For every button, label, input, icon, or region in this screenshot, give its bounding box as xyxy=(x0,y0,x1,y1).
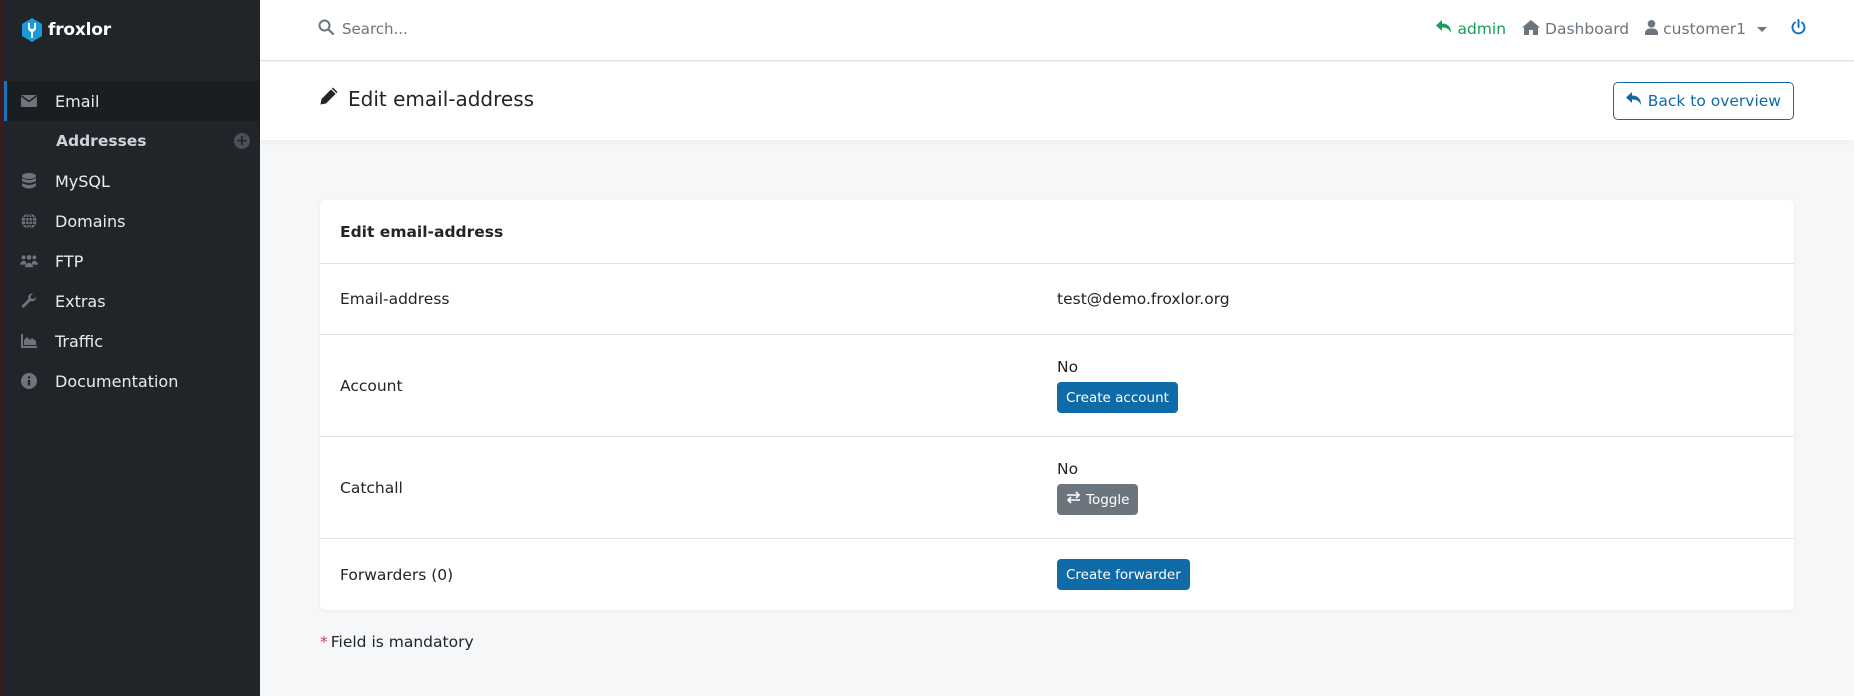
user-menu-dropdown[interactable]: customer1 xyxy=(1645,19,1767,39)
area-chart-icon xyxy=(20,333,38,349)
sidebar-subitem-label: Addresses xyxy=(56,132,147,150)
users-icon xyxy=(20,253,38,269)
page-title-wrap: Edit email-address xyxy=(319,86,534,111)
page-title: Edit email-address xyxy=(348,86,535,111)
sidebar-item-label: Documentation xyxy=(55,371,179,391)
row-value: No Toggle xyxy=(1057,437,1139,538)
sidebar-item-extras[interactable]: Extras xyxy=(4,281,260,321)
account-row: Account No Create account xyxy=(320,335,1794,437)
search-input[interactable] xyxy=(342,20,642,38)
power-icon xyxy=(1791,19,1806,39)
wrench-icon xyxy=(20,293,38,309)
sidebar-item-email[interactable]: Email xyxy=(4,81,260,121)
row-value: No Create account xyxy=(1057,335,1178,436)
database-icon xyxy=(20,173,38,189)
top-nav: admin Dashboard customer1 xyxy=(1436,19,1806,39)
sidebar-item-ftp[interactable]: FTP xyxy=(4,241,260,281)
forwarders-row: Forwarders (0) Create forwarder xyxy=(320,539,1794,610)
required-star: * xyxy=(320,633,328,651)
user-label: customer1 xyxy=(1663,20,1746,38)
row-label: Forwarders (0) xyxy=(340,565,454,584)
plus-circle-icon[interactable]: + xyxy=(234,133,250,149)
sidebar-item-domains[interactable]: Domains xyxy=(4,201,260,241)
email-address-value: test@demo.froxlor.org xyxy=(1057,290,1230,308)
globe-icon xyxy=(20,213,38,229)
sidebar-item-label: Email xyxy=(55,91,100,111)
sidebar-item-label: Domains xyxy=(55,211,126,231)
mandatory-note: * Field is mandatory xyxy=(320,633,474,651)
sidebar-item-mysql[interactable]: MySQL xyxy=(4,161,260,201)
froxlor-logo-icon xyxy=(22,18,42,42)
top-header: admin Dashboard customer1 xyxy=(260,0,1854,61)
catchall-status: No xyxy=(1057,460,1079,478)
info-circle-icon xyxy=(20,373,38,389)
user-icon xyxy=(1645,19,1659,39)
account-status: No xyxy=(1057,358,1079,376)
mandatory-text: Field is mandatory xyxy=(330,633,474,651)
row-label: Account xyxy=(340,376,403,395)
toggle-label: Toggle xyxy=(1086,491,1130,508)
create-account-button[interactable]: Create account xyxy=(1057,382,1178,413)
search-icon xyxy=(318,19,335,39)
sidebar-item-label: Extras xyxy=(55,291,106,311)
card-title: Edit email-address xyxy=(320,200,1794,264)
sidebar: froxlor Email Addresses + MySQL Domains xyxy=(0,0,260,696)
logout-button[interactable] xyxy=(1791,19,1806,39)
catchall-row: Catchall No Toggle xyxy=(320,437,1794,539)
search-box xyxy=(318,19,642,39)
reply-icon xyxy=(1625,92,1642,110)
sidebar-item-label: Traffic xyxy=(55,331,104,351)
sidebar-subitem-addresses[interactable]: Addresses + xyxy=(4,121,260,161)
brand-logo[interactable]: froxlor xyxy=(20,16,111,44)
create-forwarder-button[interactable]: Create forwarder xyxy=(1057,559,1190,590)
home-icon xyxy=(1522,19,1541,39)
exchange-icon xyxy=(1066,491,1081,508)
sidebar-nav: Email Addresses + MySQL Domains FTP Extr… xyxy=(4,81,260,401)
reply-icon xyxy=(1436,20,1452,38)
pencil-icon xyxy=(319,86,339,111)
chevron-down-icon xyxy=(1757,26,1767,32)
email-address-row: Email-address test@demo.froxlor.org xyxy=(320,264,1794,335)
envelope-icon xyxy=(20,93,38,109)
row-value: test@demo.froxlor.org xyxy=(1057,264,1230,334)
back-label: Back to overview xyxy=(1647,92,1781,110)
sidebar-item-label: FTP xyxy=(55,251,84,271)
admin-label: admin xyxy=(1457,20,1507,38)
row-label: Catchall xyxy=(340,478,403,497)
sidebar-item-documentation[interactable]: Documentation xyxy=(4,361,260,401)
toggle-catchall-button[interactable]: Toggle xyxy=(1057,484,1139,515)
dashboard-link[interactable]: Dashboard xyxy=(1522,19,1630,39)
page-header: Edit email-address Back to overview xyxy=(260,62,1854,140)
brand-name: froxlor xyxy=(48,20,111,40)
sidebar-item-label: MySQL xyxy=(55,171,110,191)
edit-email-card: Edit email-address Email-address test@de… xyxy=(320,200,1794,610)
row-label: Email-address xyxy=(340,290,450,308)
back-to-overview-button[interactable]: Back to overview xyxy=(1612,82,1794,120)
dashboard-label: Dashboard xyxy=(1545,20,1630,38)
switch-to-admin-link[interactable]: admin xyxy=(1436,20,1506,38)
row-value: Create forwarder xyxy=(1057,539,1190,610)
sidebar-item-traffic[interactable]: Traffic xyxy=(4,321,260,361)
